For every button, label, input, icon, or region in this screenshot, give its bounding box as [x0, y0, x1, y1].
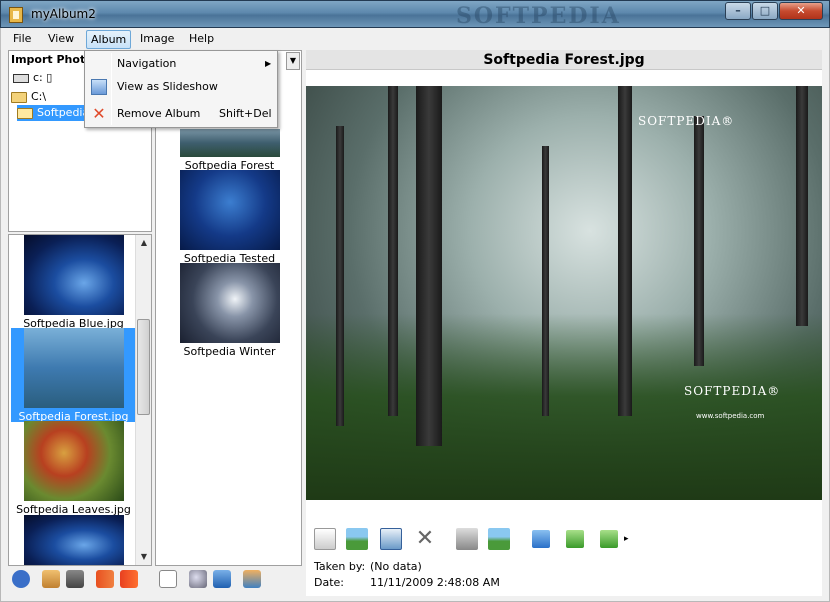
album-dropdown-menu: Navigation ▶ View as Slideshow ✕ Remove …: [84, 50, 278, 128]
app-icon: [9, 7, 23, 23]
photo-frame-icon[interactable]: [159, 570, 177, 588]
combo-dropdown-icon[interactable]: ▼: [286, 52, 300, 70]
menu-item-label: Navigation: [117, 57, 177, 70]
tree-trunk: [694, 116, 704, 366]
drive-icon: [13, 73, 29, 83]
help-icon[interactable]: [12, 570, 30, 588]
scroll-down-icon[interactable]: ▼: [136, 549, 151, 565]
title-watermark: SOFTPEDIA: [456, 3, 621, 29]
thumbnail-image: [179, 170, 280, 250]
menu-item-label: View as Slideshow: [117, 80, 218, 93]
slideshow-icon: [91, 79, 107, 95]
preview-area: SOFTPEDIA® SOFTPEDIA® www.softpedia.com: [306, 70, 822, 520]
thumbnail-item[interactable]: Softpedia Blue.jpg: [11, 235, 136, 330]
image-icon[interactable]: [346, 528, 368, 550]
import-photo-header: Import Photo: [11, 53, 93, 66]
image-info: Taken by: (No data) Date: 11/11/2009 2:4…: [306, 556, 822, 596]
previous-image-icon[interactable]: [566, 530, 584, 548]
menu-item-navigation[interactable]: Navigation ▶: [87, 53, 275, 75]
window-export-icon[interactable]: [380, 528, 402, 550]
first-image-icon[interactable]: [532, 530, 550, 548]
print-icon[interactable]: [456, 528, 478, 550]
left-scrollbar[interactable]: ▲ ▼: [135, 235, 151, 565]
menu-item-shortcut: Shift+Del: [219, 107, 272, 120]
thumbnail-item[interactable]: Softpedia Leaves.jpg: [11, 421, 136, 516]
taken-by-value: (No data): [370, 560, 422, 573]
album-thumbnail-item[interactable]: Softpedia Winter: [167, 263, 292, 358]
copy-icon[interactable]: [314, 528, 336, 550]
tree-trunk: [416, 86, 442, 446]
middle-toolbar: [155, 568, 302, 592]
scroll-up-icon[interactable]: ▲: [136, 235, 151, 251]
maximize-button[interactable]: □: [752, 2, 778, 20]
menu-bar: File View Album Image Help: [0, 28, 830, 50]
monitor-icon[interactable]: [213, 570, 231, 588]
toolbar-more-icon[interactable]: ▸: [624, 534, 629, 544]
thumbnail-caption: Softpedia Winter: [183, 345, 276, 358]
scroll-thumb[interactable]: [137, 319, 150, 415]
open-folder-icon: [17, 107, 33, 119]
tree-trunk: [542, 146, 549, 416]
tree-trunk: [796, 86, 808, 326]
left-thumbnail-list[interactable]: Softpedia Blue.jpg Softpedia Forest.jpg …: [8, 234, 152, 566]
preview-toolbar: ✕ ▸: [306, 520, 822, 556]
drive-label: c: ▯: [33, 71, 53, 84]
submenu-arrow-icon: ▶: [265, 59, 272, 68]
users-icon[interactable]: [243, 570, 261, 588]
menu-view[interactable]: View: [48, 32, 74, 45]
thumbnail-image: [23, 515, 124, 565]
thumbnail-image: [23, 328, 124, 408]
watermark-logo-bottom: SOFTPEDIA®: [684, 384, 781, 398]
date-value: 11/11/2009 2:48:08 AM: [370, 576, 500, 589]
zoom-icon[interactable]: [189, 570, 207, 588]
left-toolbar: [8, 568, 152, 592]
album-thumbnail-item[interactable]: Softpedia Forest: [167, 129, 292, 172]
taken-by-label: Taken by:: [314, 560, 366, 573]
delete-icon[interactable]: ✕: [414, 528, 436, 550]
menu-item-remove-album[interactable]: ✕ Remove Album Shift+Del: [87, 103, 275, 125]
watermark-url: www.softpedia.com: [696, 412, 765, 420]
camera-icon[interactable]: [66, 570, 84, 588]
tree-trunk: [618, 86, 632, 416]
menu-item-label: Remove Album: [117, 107, 201, 120]
menu-file[interactable]: File: [13, 32, 31, 45]
thumbnail-image: [23, 235, 124, 315]
menu-album[interactable]: Album: [86, 30, 132, 49]
preview-title: Softpedia Forest.jpg: [306, 50, 822, 70]
menu-help[interactable]: Help: [189, 32, 214, 45]
edit-image-icon[interactable]: [488, 528, 510, 550]
minimize-button[interactable]: –: [725, 2, 751, 20]
close-button[interactable]: ✕: [779, 2, 823, 20]
tree-trunk: [388, 86, 398, 416]
tree-item-root[interactable]: C:\: [11, 89, 46, 105]
arrow-right-icon[interactable]: [120, 570, 138, 588]
watermark-logo-top: SOFTPEDIA®: [638, 114, 735, 128]
menu-item-slideshow[interactable]: View as Slideshow: [87, 76, 275, 98]
preview-image[interactable]: SOFTPEDIA® SOFTPEDIA® www.softpedia.com: [306, 86, 822, 500]
tree-item-label: C:\: [31, 90, 47, 103]
tree-trunk: [336, 126, 344, 426]
remove-x-icon: ✕: [92, 104, 106, 123]
title-bar: myAlbum2 SOFTPEDIA – □ ✕: [0, 0, 830, 29]
fast-forward-icon[interactable]: [96, 570, 114, 588]
thumbnail-image: [179, 129, 280, 157]
thumbnail-image: [179, 263, 280, 343]
user-icon[interactable]: [42, 570, 60, 588]
album-thumbnail-item[interactable]: Softpedia Tested: [167, 170, 292, 265]
date-label: Date:: [314, 576, 344, 589]
menu-image[interactable]: Image: [140, 32, 174, 45]
thumbnail-item-selected[interactable]: Softpedia Forest.jpg: [11, 328, 136, 423]
thumbnail-item[interactable]: [11, 515, 136, 565]
folder-icon: [11, 91, 27, 103]
tree-item-label: Softpedia: [37, 106, 90, 119]
next-image-icon[interactable]: [600, 530, 618, 548]
window-title: myAlbum2: [31, 7, 96, 21]
drive-selector[interactable]: c: ▯: [13, 71, 52, 84]
thumbnail-image: [23, 421, 124, 501]
tree-item-softpedia[interactable]: Softpedia: [17, 105, 94, 121]
